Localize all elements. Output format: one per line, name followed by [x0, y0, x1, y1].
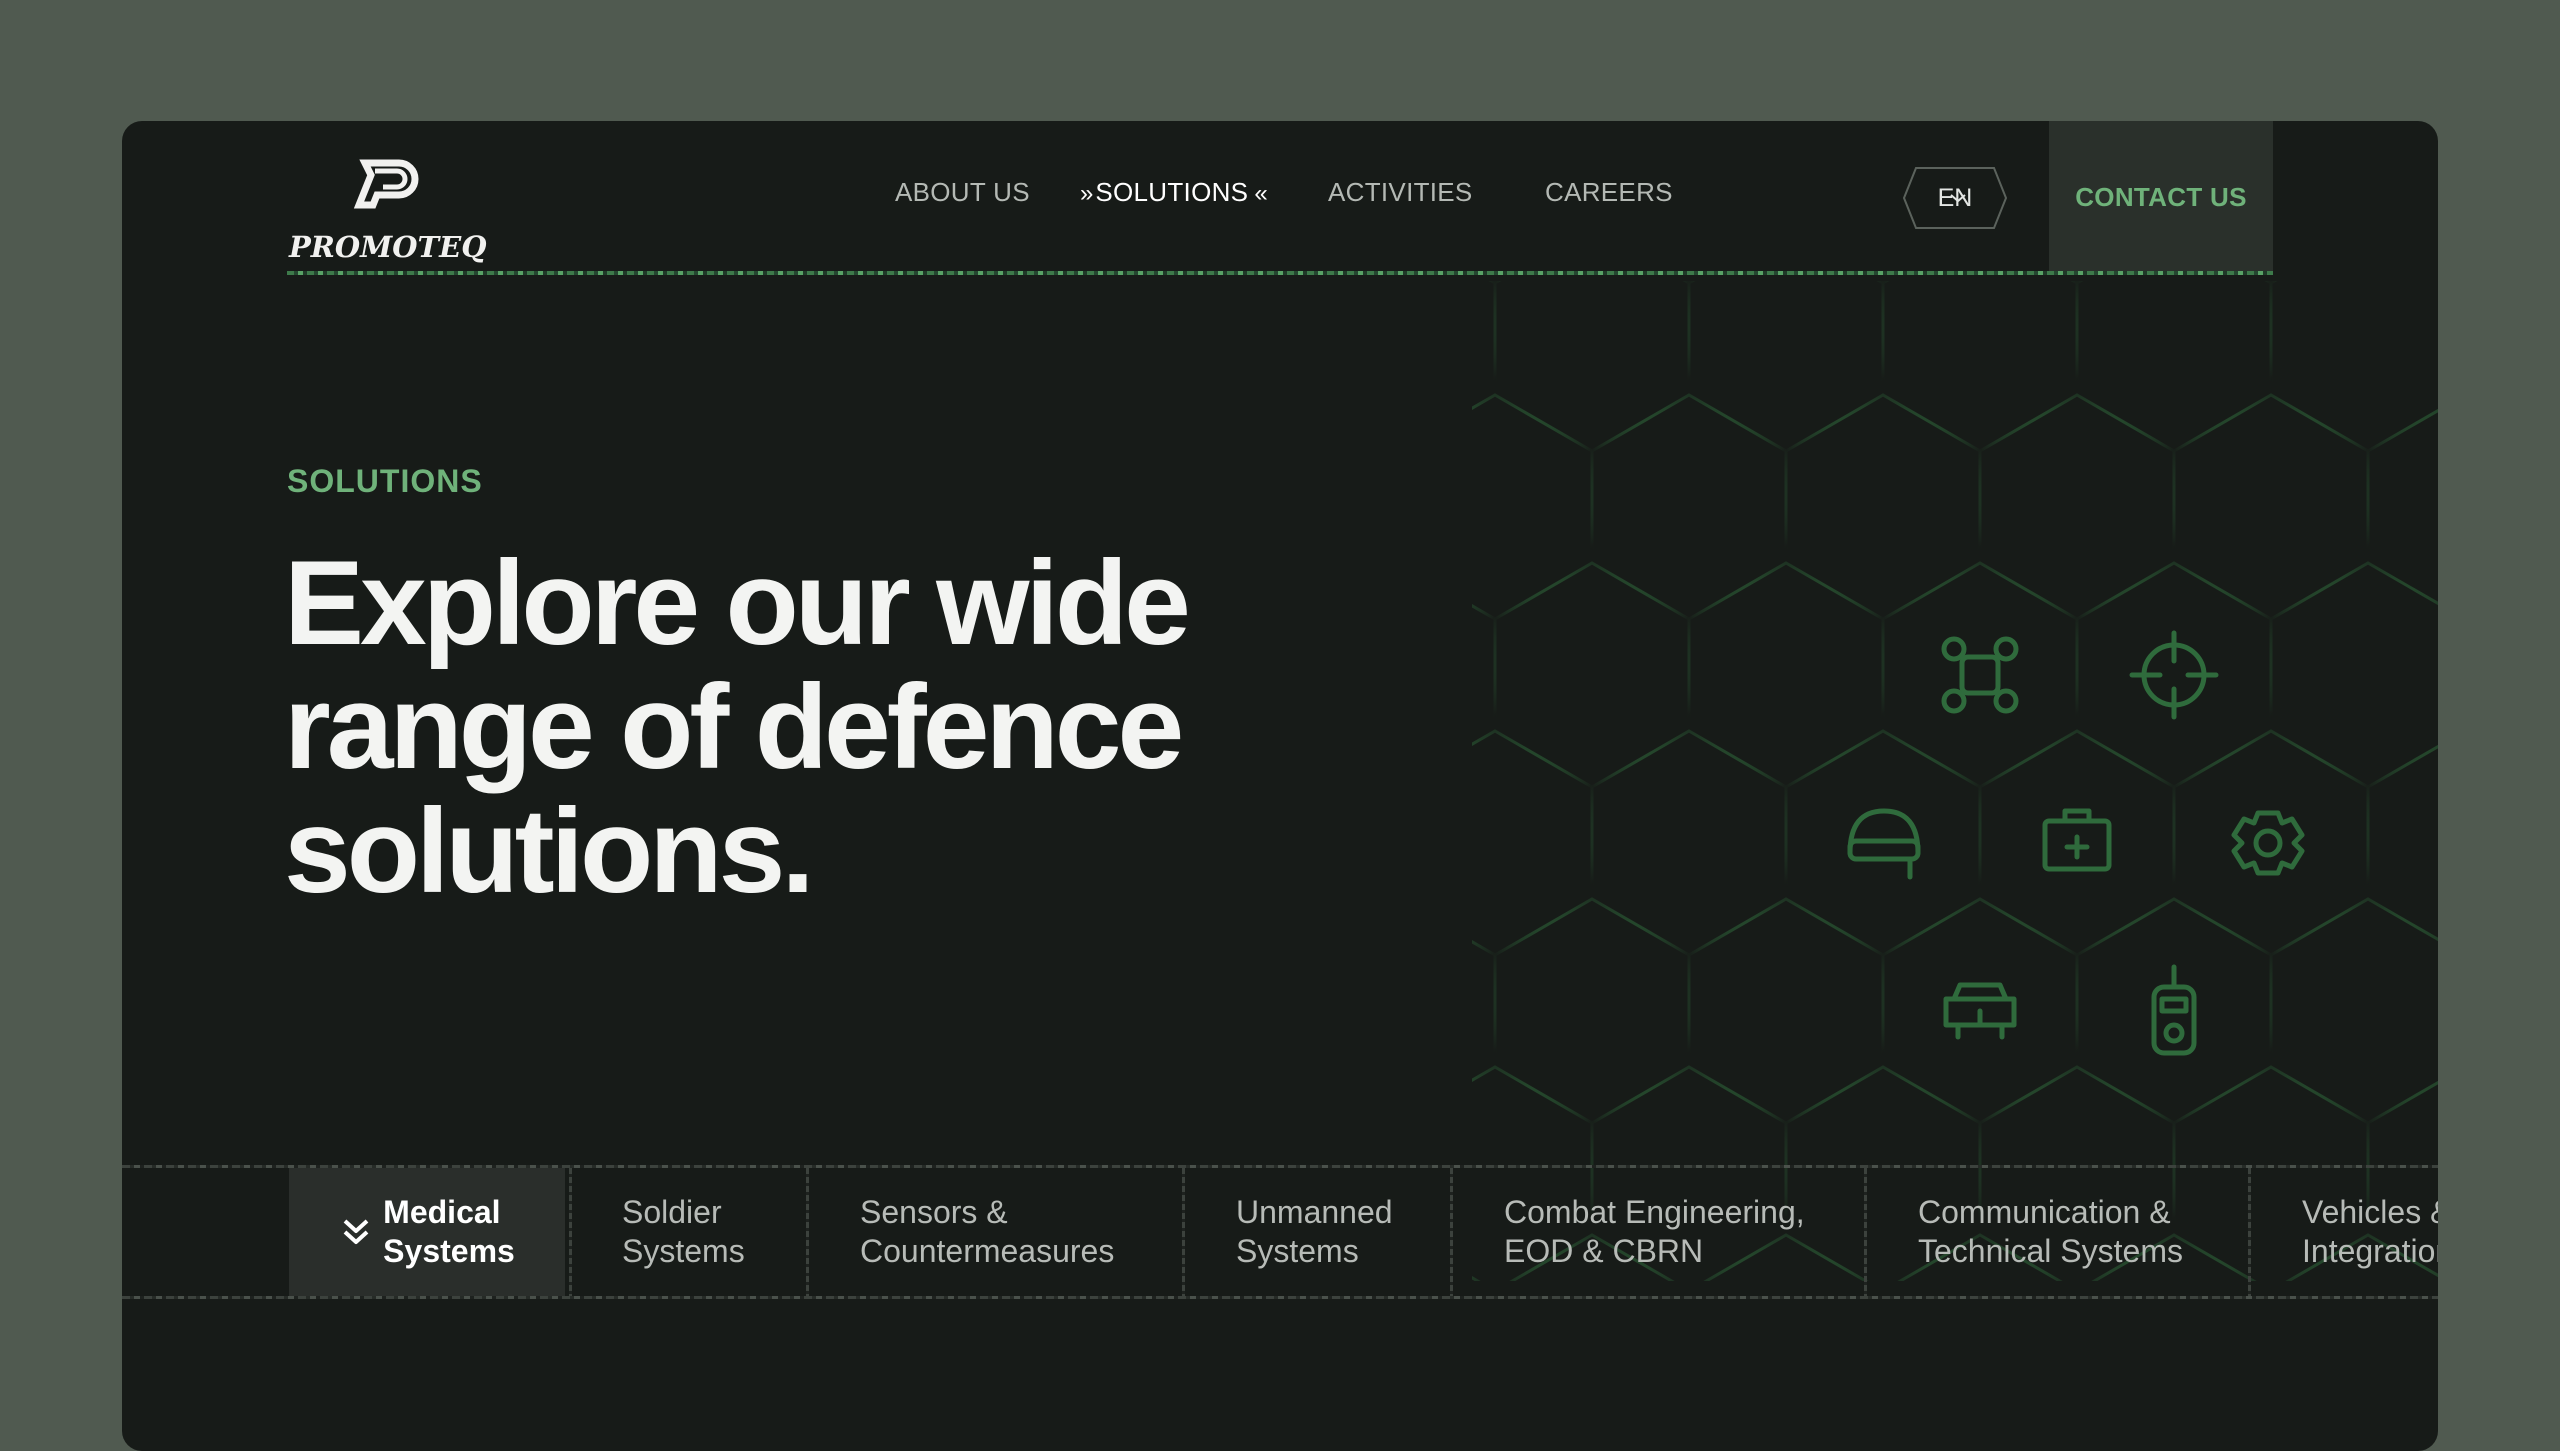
hexagon-cell	[1881, 561, 2079, 789]
tab-separator	[2248, 1168, 2251, 1296]
hexagon-cell	[2172, 729, 2370, 957]
tab-medical-systems[interactable]: Medical Systems	[289, 1168, 565, 1296]
hexagon-cell	[1784, 393, 1982, 621]
hexagon-cell	[1687, 281, 1885, 453]
hexagon-cell	[1493, 897, 1691, 1125]
hexagon-cell	[1472, 939, 1497, 1083]
radio-icon	[2151, 964, 2197, 1056]
tab-separator	[569, 1168, 572, 1296]
hexagon-cell	[1687, 897, 1885, 1125]
hexagon-illustration	[1472, 281, 2438, 1281]
hexagon-cell	[1978, 393, 2176, 621]
chevron-right-double-icon: »	[1080, 180, 1094, 207]
language-selector[interactable]: EN	[1902, 166, 2008, 230]
tab-vehicles-integration[interactable]: Vehicles & Integration	[2302, 1168, 2438, 1296]
section-eyebrow: SOLUTIONS	[287, 463, 483, 499]
hexagon-cell	[2075, 561, 2273, 789]
chevron-left-double-icon: «	[1254, 180, 1268, 207]
hexagon-cell	[1472, 729, 1594, 957]
headline-line-2: range of defence	[284, 660, 1184, 794]
hexagon-cell	[1590, 393, 1788, 621]
nav-divider	[287, 271, 2273, 275]
hexagon-cell	[1472, 603, 1497, 747]
tab-unmanned-systems[interactable]: Unmanned Systems	[1236, 1168, 1466, 1296]
tabs-bottom-border	[122, 1296, 2438, 1299]
hexagon-cell	[1687, 561, 1885, 789]
logo-mark-icon: PROMOTEQ	[288, 159, 486, 264]
nav-solutions[interactable]: » SOLUTIONS «	[1074, 177, 1270, 208]
nav-solutions-label: SOLUTIONS	[1095, 177, 1249, 207]
hexagon-cell	[2366, 408, 2438, 606]
hexagon-cell	[2269, 561, 2438, 789]
hexagon-cell	[2075, 281, 2273, 453]
gear-icon	[2231, 810, 2305, 876]
hexagon-cell	[2269, 897, 2438, 1125]
tab-separator	[806, 1168, 809, 1296]
tab-separator	[1450, 1168, 1453, 1296]
hexagon-cell	[1493, 281, 1691, 453]
tab-separator	[1182, 1168, 1185, 1296]
medkit-icon	[2042, 808, 2112, 872]
vehicle-icon	[1943, 982, 2017, 1040]
hexagon-cell	[1472, 281, 1497, 411]
tab-label: Medical Systems	[383, 1194, 515, 1269]
hexagon-cell	[2368, 281, 2438, 283]
crosshair-icon	[2129, 630, 2219, 720]
browser-window: PROMOTEQ ABOUT US » SOLUTIONS « ACTIVITIES…	[122, 121, 2438, 1451]
tab-sensors-countermeasures[interactable]: Sensors & Countermeasures	[860, 1168, 1190, 1296]
solutions-tabs: Medical Systems Soldier Systems Sensors …	[122, 1165, 2438, 1299]
hexagon-cell	[1493, 561, 1691, 789]
helmet-icon	[1847, 808, 1921, 880]
headline-line-3: solutions.	[284, 784, 815, 918]
tab-soldier-systems[interactable]: Soldier Systems	[622, 1168, 852, 1296]
nav-activities[interactable]: ACTIVITIES	[1328, 177, 1473, 208]
promoteq-logo[interactable]: PROMOTEQ	[287, 157, 502, 267]
drone-icon	[1941, 636, 2019, 714]
tab-separator	[1864, 1168, 1867, 1296]
hexagon-cell	[2172, 393, 2370, 621]
language-label: EN	[1937, 183, 1973, 212]
tab-combat-engineering[interactable]: Combat Engineering, EOD & CBRN	[1504, 1168, 1884, 1296]
nav-careers[interactable]: CAREERS	[1545, 177, 1673, 208]
nav-about-us[interactable]: ABOUT US	[895, 177, 1030, 208]
hexagon-cell	[1881, 281, 2079, 453]
tab-communication-technical[interactable]: Communication & Technical Systems	[1918, 1168, 2288, 1296]
hexagon-cell	[1590, 729, 1788, 957]
contact-us-button[interactable]: CONTACT US	[2049, 121, 2273, 273]
headline-line-1: Explore our wide	[284, 536, 1191, 670]
hexagon-cell	[2366, 744, 2438, 942]
hero-headline: Explore our wide range of defence soluti…	[284, 541, 1384, 913]
chevron-double-down-icon	[343, 1219, 369, 1244]
hexagon-cell	[1472, 393, 1594, 621]
logo-wordmark: PROMOTEQ	[288, 230, 486, 264]
